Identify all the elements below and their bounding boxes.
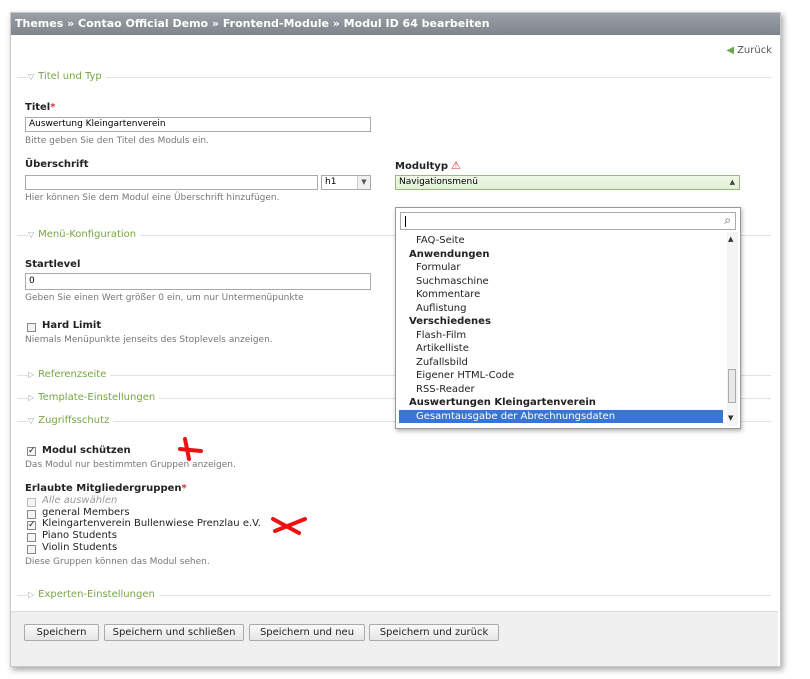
hard-limit-help: Niemals Menüpunkte jenseits des Stopleve… [25, 335, 273, 345]
section-line [17, 77, 771, 78]
group-checkbox-violin-students[interactable] [27, 545, 36, 554]
edit-panel: Themes » Contao Official Demo » Frontend… [10, 12, 781, 667]
legend-zugriff[interactable]: ▽ Zugriffsschutz [28, 415, 114, 426]
groups-help: Diese Gruppen können das Modul sehen. [25, 557, 210, 567]
back-arrow-icon: ◀ [726, 45, 735, 56]
warning-icon: ⚠ [450, 159, 461, 172]
legend-referenz[interactable]: ▷ Referenzseite [28, 369, 111, 380]
expanded-triangle-icon: ▽ [28, 416, 35, 425]
modultyp-label: Modultyp ⚠ [395, 159, 461, 172]
group-checkbox-kleingartenverein[interactable]: ✓ [27, 521, 36, 530]
titel-input[interactable]: Auswertung Kleingartenverein [25, 117, 371, 132]
scroll-up-icon[interactable]: ▲ [728, 235, 733, 243]
legend-experten[interactable]: ▷ Experten-Einstellungen [28, 589, 159, 600]
collapsed-triangle-icon: ▷ [28, 590, 35, 599]
dropdown-option[interactable]: Auflistung [399, 302, 723, 316]
heading-level-select[interactable]: h1 ▼ [321, 175, 371, 190]
dropdown-option-list: FAQ-Seite Anwendungen Formular Suchmasch… [399, 232, 723, 426]
ueberschrift-input[interactable] [25, 175, 318, 190]
expanded-triangle-icon: ▽ [28, 72, 35, 81]
dropdown-option[interactable]: Suchmaschine [399, 275, 723, 289]
dropdown-option[interactable]: Kommentare [399, 288, 723, 302]
ueberschrift-label: Überschrift [25, 159, 89, 170]
expanded-triangle-icon: ▽ [28, 230, 35, 239]
titel-label: Titel* [25, 102, 56, 113]
select-all-label: Alle auswählen [42, 495, 118, 506]
group-label: Kleingartenverein Bullenwiese Prenzlau e… [42, 518, 261, 529]
ueberschrift-help: Hier können Sie dem Modul eine Überschri… [25, 193, 280, 203]
dropdown-option[interactable]: Zufallsbild [399, 356, 723, 370]
dropdown-group-label: Auswertungen Kleingartenverein [409, 397, 596, 408]
dropdown-option[interactable]: Flash-Film [399, 329, 723, 343]
group-label: Piano Students [42, 530, 117, 541]
dropdown-option[interactable]: Formular [399, 261, 723, 275]
dropdown-option[interactable]: FAQ-Seite [399, 234, 723, 248]
collapsed-triangle-icon: ▷ [28, 370, 35, 379]
modultyp-dropdown[interactable]: ⌕ FAQ-Seite Anwendungen Formular Suchmas… [395, 207, 741, 429]
save-button[interactable]: Speichern [24, 624, 99, 641]
dropdown-scrollbar[interactable]: ▲ ▼ [727, 232, 738, 426]
back-link[interactable]: ◀ Zurück [726, 45, 772, 56]
protect-label: Modul schützen [42, 445, 131, 456]
group-checkbox-piano-students[interactable] [27, 533, 36, 542]
startlevel-input[interactable]: 0 [25, 273, 371, 290]
hard-limit-label: Hard Limit [42, 320, 102, 331]
dropdown-search-input[interactable]: ⌕ [400, 212, 736, 230]
collapsed-triangle-icon: ▷ [28, 393, 35, 402]
dropdown-option[interactable]: Eigener HTML-Code [399, 369, 723, 383]
protect-checkbox[interactable]: ✓ [27, 447, 36, 456]
save-back-button[interactable]: Speichern und zurück [369, 624, 499, 641]
chevron-down-icon: ▼ [357, 176, 370, 189]
dropdown-group-label: Verschiedenes [409, 316, 491, 327]
red-cross-annotation [271, 517, 307, 535]
button-bar: Speichern Speichern und schließen Speich… [11, 611, 778, 666]
save-new-button[interactable]: Speichern und neu [249, 624, 365, 641]
dropdown-option[interactable]: Artikelliste [399, 342, 723, 356]
groups-label: Erlaubte Mitgliedergruppen* [25, 483, 187, 494]
dropdown-group-label: Anwendungen [409, 248, 490, 260]
save-close-button[interactable]: Speichern und schließen [104, 624, 244, 641]
back-label: Zurück [737, 45, 772, 56]
startlevel-help: Geben Sie einen Wert größer 0 ein, um nu… [25, 293, 304, 303]
group-label: Violin Students [42, 542, 118, 553]
scrollbar-thumb[interactable] [728, 369, 736, 403]
titel-help: Bitte geben Sie den Titel des Moduls ein… [25, 136, 209, 146]
group-checkbox-general-members[interactable] [27, 510, 36, 519]
chevron-up-icon: ▲ [729, 178, 735, 186]
startlevel-label: Startlevel [25, 259, 81, 270]
breadcrumb: Themes » Contao Official Demo » Frontend… [11, 13, 780, 35]
dropdown-option[interactable]: RSS-Reader [399, 383, 723, 397]
dropdown-option-selected[interactable]: Gesamtausgabe der Abrechnungsdaten [399, 409, 723, 423]
text-caret [405, 216, 406, 227]
scroll-down-icon[interactable]: ▼ [728, 414, 733, 422]
group-label: general Members [42, 507, 130, 518]
legend-template[interactable]: ▷ Template-Einstellungen [28, 392, 160, 403]
search-icon: ⌕ [724, 213, 731, 227]
hard-limit-checkbox[interactable] [27, 323, 36, 332]
red-cross-annotation [178, 437, 203, 461]
legend-menu[interactable]: ▽ Menü-Konfiguration [28, 229, 141, 240]
modultyp-select[interactable]: Navigationsmenü ▲ [395, 175, 740, 190]
legend-titel-typ[interactable]: ▽ Titel und Typ [28, 71, 106, 82]
select-all-checkbox[interactable] [27, 498, 36, 507]
